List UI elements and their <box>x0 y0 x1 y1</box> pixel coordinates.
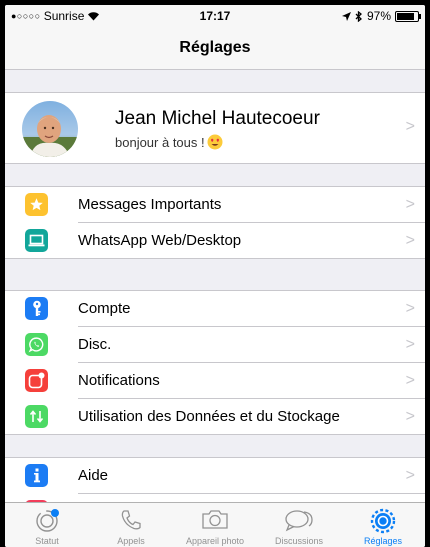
whatsapp-icon <box>25 333 48 356</box>
battery-icon <box>395 10 421 22</box>
row-compte[interactable]: Compte > <box>5 291 425 326</box>
tab-label: Appareil photo <box>185 536 245 546</box>
status-icon <box>36 509 59 532</box>
notification-icon <box>25 369 48 392</box>
avatar[interactable] <box>22 101 78 157</box>
chevron-right-icon: > <box>405 232 415 249</box>
tab-discussions[interactable]: Discussions <box>257 503 341 547</box>
key-icon <box>25 297 48 320</box>
chevron-right-icon: > <box>405 196 415 213</box>
tab-label: Statut <box>35 536 59 546</box>
chevron-right-icon: > <box>405 336 415 353</box>
location-arrow-icon <box>341 11 351 21</box>
settings-icon <box>370 508 396 534</box>
battery-percent: 97% <box>366 9 391 23</box>
page-title: Réglages <box>179 39 251 56</box>
row-whatsapp-web[interactable]: WhatsApp Web/Desktop > <box>5 223 425 258</box>
star-icon <box>25 193 48 216</box>
heart-eyes-emoji-icon <box>207 134 223 150</box>
info-icon <box>25 464 48 487</box>
tab-reglages[interactable]: Réglages <box>341 503 425 547</box>
tab-statut[interactable]: Statut <box>5 503 89 547</box>
settings-group-1: Messages Importants > WhatsApp Web/Deskt… <box>5 186 425 259</box>
row-label: Compte <box>78 300 131 317</box>
row-notifications[interactable]: Notifications > <box>5 363 425 398</box>
row-label: WhatsApp Web/Desktop <box>78 232 242 249</box>
profile-status: bonjour à tous ! <box>115 134 223 150</box>
phone-icon <box>121 510 141 530</box>
status-right: 97% <box>341 9 421 23</box>
row-aide[interactable]: Aide > <box>5 458 425 493</box>
bluetooth-icon <box>355 10 362 22</box>
settings-group-2: Compte > Disc. > Notifications > Utilisa… <box>5 290 425 435</box>
row-label: Utilisation des Données et du Stockage <box>78 408 340 425</box>
profile-row[interactable]: Jean Michel Hautecoeur bonjour à tous ! … <box>5 92 425 164</box>
navigation-bar: Réglages <box>5 27 425 70</box>
chevron-right-icon: > <box>405 118 415 135</box>
row-label: Aide <box>78 467 109 484</box>
camera-icon <box>202 510 228 529</box>
chevron-right-icon: > <box>405 372 415 389</box>
chevron-right-icon: > <box>405 408 415 425</box>
row-disc[interactable]: Disc. > <box>5 327 425 362</box>
chevron-right-icon: > <box>405 300 415 317</box>
data-arrows-icon <box>25 405 48 428</box>
row-label: Disc. <box>78 336 112 353</box>
tab-label: Appels <box>117 536 145 546</box>
tab-label: Discussions <box>274 536 323 546</box>
settings-screen: ●○○○○ Sunrise 17:17 97% Réglages Jean Mi… <box>5 5 425 547</box>
tab-label: Réglages <box>363 536 403 546</box>
profile-name: Jean Michel Hautecoeur <box>115 108 320 129</box>
tab-appareil-photo[interactable]: Appareil photo <box>173 503 257 547</box>
status-bar: ●○○○○ Sunrise 17:17 97% <box>5 5 425 27</box>
chat-icon <box>285 510 313 532</box>
chevron-right-icon: > <box>405 467 415 484</box>
row-label: Messages Importants <box>78 196 222 213</box>
row-data-storage[interactable]: Utilisation des Données et du Stockage > <box>5 399 425 434</box>
tab-bar: Statut Appels Appareil photo Discussions… <box>5 502 425 547</box>
laptop-icon <box>25 229 48 252</box>
profile-status-text: bonjour à tous ! <box>115 134 205 150</box>
row-messages-importants[interactable]: Messages Importants > <box>5 187 425 222</box>
row-label: Notifications <box>78 372 160 389</box>
tab-appels[interactable]: Appels <box>89 503 173 547</box>
